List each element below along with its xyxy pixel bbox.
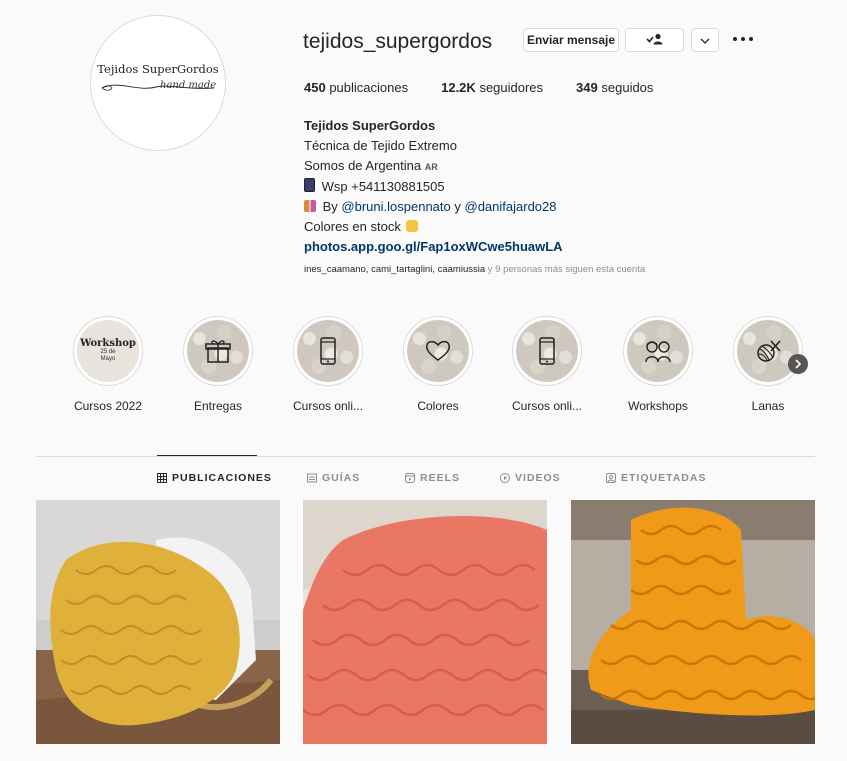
logo-title: Tejidos SuperGordos: [97, 62, 219, 76]
post-thumbnail[interactable]: [571, 500, 815, 744]
followers-count: 12.2K: [441, 80, 476, 95]
send-message-button[interactable]: Enviar mensaje: [523, 28, 619, 52]
mention-dani[interactable]: @danifajardo28: [465, 199, 557, 214]
highlight-label: Cursos 2022: [73, 399, 143, 413]
profile-bio: Tejidos SuperGordos Técnica de Tejido Ex…: [304, 116, 563, 257]
profile-stats: 450 publicaciones 12.2K seguidores 349 s…: [304, 80, 686, 95]
posts-count: 450: [304, 80, 326, 95]
tab-reels[interactable]: REELS: [405, 472, 460, 484]
mobile-phone-icon: [304, 178, 315, 192]
tag-icon: [606, 473, 616, 483]
highlight-label: Cursos onli...: [511, 399, 583, 413]
flag-label: AR: [424, 162, 438, 172]
highlight-workshops[interactable]: Workshops: [613, 316, 703, 413]
reels-icon: [405, 473, 415, 483]
highlight-label: Colores: [417, 399, 459, 413]
post-image-coral-blanket: [303, 500, 547, 744]
highlight-entregas[interactable]: Entregas: [173, 316, 263, 413]
highlight-label: Entregas: [193, 399, 243, 413]
more-options-icon[interactable]: [733, 31, 753, 47]
highlight-colores[interactable]: Colores: [393, 316, 483, 413]
following-stat[interactable]: 349 seguidos: [576, 80, 653, 95]
post-thumbnail[interactable]: [303, 500, 547, 744]
workshop-poster-icon: Workshop 25 de Mayo: [77, 320, 139, 382]
bio-line-country: Somos de Argentina AR: [304, 158, 438, 173]
bio-name: Tejidos SuperGordos: [304, 118, 436, 133]
tab-etiquetadas[interactable]: ETIQUETADAS: [606, 472, 706, 484]
tab-publicaciones[interactable]: PUBLICACIONES: [157, 472, 272, 484]
following-button[interactable]: [625, 28, 684, 52]
tab-videos[interactable]: VIDEOS: [500, 472, 561, 484]
bio-link[interactable]: photos.app.goo.gl/Fap1oxWCwe5huawLA: [304, 239, 563, 254]
bio-line-technique: Técnica de Tejido Extremo: [304, 138, 457, 153]
heart-icon: [426, 340, 450, 361]
following-count: 349: [576, 80, 598, 95]
tabs-divider: [36, 456, 815, 457]
highlight-label: Cursos onli...: [292, 399, 364, 413]
mention-bruni[interactable]: @bruni.lospennato: [341, 199, 450, 214]
user-check-icon: [645, 33, 664, 48]
followed-by-suffix: y 9 personas más siguen esta cuenta: [487, 264, 646, 275]
posts-label: publicaciones: [329, 80, 409, 95]
bio-line-stock: Colores en stock: [304, 217, 563, 237]
yarn-ball-icon: [757, 340, 781, 362]
highlight-label: Lanas: [751, 399, 785, 413]
highlight-cursos-online-2[interactable]: Cursos onli...: [502, 316, 592, 413]
post-thumbnail[interactable]: [36, 500, 280, 744]
profile-username: tejidos_supergordos: [303, 30, 493, 53]
followers-label: seguidores: [479, 80, 544, 95]
phone-icon: [320, 337, 336, 365]
highlight-cursos-online-1[interactable]: Cursos onli...: [283, 316, 373, 413]
guide-icon: [307, 473, 317, 483]
post-image-mustard-blanket: [36, 500, 280, 744]
post-image-orange-blanket: [571, 500, 815, 744]
followers-stat[interactable]: 12.2K seguidores: [441, 80, 543, 95]
highlight-label: Workshops: [628, 399, 688, 413]
posts-stat: 450 publicaciones: [304, 80, 408, 95]
bio-line-whatsapp: Wsp +541130881505: [304, 177, 563, 197]
chevron-right-icon: [795, 359, 802, 369]
phone-icon: [539, 337, 555, 365]
two-people-icon: [304, 200, 316, 212]
profile-avatar[interactable]: Tejidos SuperGordos hand made: [95, 20, 221, 146]
suggestions-dropdown-button[interactable]: [691, 28, 719, 52]
highlights-next-button[interactable]: [788, 354, 808, 374]
active-tab-indicator: [157, 455, 257, 456]
highlight-cursos-2022[interactable]: Workshop 25 de Mayo Cursos 2022: [63, 316, 153, 413]
chevron-down-icon: [700, 33, 710, 47]
grid-icon: [157, 473, 167, 483]
followed-by-names: ines_caamano, cami_tartaglini, caamiussi…: [304, 264, 486, 275]
people-icon: [645, 341, 671, 363]
following-label: seguidos: [601, 80, 654, 95]
tab-guias[interactable]: GUÍAS: [307, 472, 360, 484]
bio-line-authors: By @bruni.lospennato y @danifajardo28: [304, 197, 563, 217]
gift-icon: [205, 340, 231, 363]
pointing-down-hand-icon: [406, 220, 419, 232]
followed-by-text[interactable]: ines_caamano, cami_tartaglini, caamiussi…: [304, 264, 645, 275]
video-icon: [500, 473, 510, 483]
logo-flourish: hand made: [98, 76, 218, 98]
logo-subtitle: hand made: [160, 80, 217, 91]
